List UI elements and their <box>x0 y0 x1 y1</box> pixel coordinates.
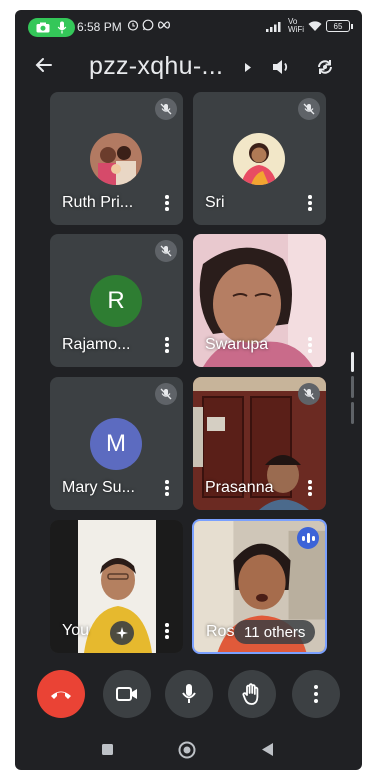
call-controls <box>15 670 362 720</box>
meet-call-screen: 6:58 PM Vo WiFi 65 pzz-xqhu-... Ruth Pri… <box>15 10 362 770</box>
camera-toggle-button[interactable] <box>103 670 151 718</box>
muted-mic-icon <box>298 383 320 405</box>
participant-name: You <box>62 622 89 639</box>
caret-right-icon[interactable] <box>245 63 251 72</box>
more-vert-icon[interactable] <box>308 195 312 211</box>
participant-tile[interactable]: Prasanna <box>193 377 326 510</box>
battery-icon: 65 <box>326 20 353 32</box>
raise-hand-button[interactable] <box>228 670 276 718</box>
vowifi-label: Vo WiFi <box>288 17 304 34</box>
whatsapp-icon <box>142 19 154 31</box>
system-navigation-bar <box>15 735 362 770</box>
more-vert-icon[interactable] <box>165 623 169 639</box>
participant-name: Ros <box>206 623 235 640</box>
more-options-icon <box>314 685 318 703</box>
back-arrow-icon[interactable] <box>35 56 53 74</box>
switch-camera-icon[interactable] <box>315 57 335 77</box>
camera-in-use-indicator <box>28 18 75 37</box>
more-vert-icon[interactable] <box>308 337 312 353</box>
participant-avatar <box>90 133 142 185</box>
more-vert-icon[interactable] <box>165 195 169 211</box>
participant-avatar <box>233 133 285 185</box>
muted-mic-icon <box>155 240 177 262</box>
participant-name: Sri <box>205 194 225 211</box>
participant-avatar: R <box>90 275 142 327</box>
participant-name: Mary Su... <box>62 479 135 496</box>
muted-mic-icon <box>298 98 320 120</box>
scrollbar-track <box>351 376 354 398</box>
meeting-code-title[interactable]: pzz-xqhu-... <box>89 52 223 81</box>
microphone-icon <box>182 684 196 703</box>
more-options-button[interactable] <box>292 670 340 718</box>
participant-name: Ruth Pri... <box>62 194 134 211</box>
speaking-indicator-icon <box>297 527 319 549</box>
wifi-icon <box>308 21 322 31</box>
alarm-icon <box>127 20 139 31</box>
notification-icons <box>127 19 171 31</box>
self-view-tile[interactable]: You <box>50 520 183 653</box>
participant-tile[interactable]: M Mary Su... <box>50 377 183 510</box>
recents-icon[interactable] <box>101 743 114 756</box>
battery-level: 65 <box>333 21 343 31</box>
system-status-icons: Vo WiFi 65 <box>266 17 353 34</box>
end-call-button[interactable] <box>37 670 85 718</box>
participant-tile[interactable]: Sri <box>193 92 326 225</box>
infinity-icon <box>157 21 171 29</box>
muted-mic-icon <box>155 383 177 405</box>
clock: 6:58 PM <box>77 20 122 34</box>
home-icon[interactable] <box>178 741 196 759</box>
more-vert-icon[interactable] <box>165 337 169 353</box>
muted-mic-icon <box>155 98 177 120</box>
back-triangle-icon[interactable] <box>261 742 274 757</box>
visual-effects-icon[interactable] <box>110 621 134 645</box>
participant-name: Swarupa <box>205 336 269 353</box>
raise-hand-icon <box>242 683 259 705</box>
end-call-icon <box>51 691 71 699</box>
participant-name: Rajamo... <box>62 336 131 353</box>
status-bar: 6:58 PM Vo WiFi 65 <box>15 10 362 40</box>
camera-icon <box>36 22 50 33</box>
signal-icon <box>266 22 281 32</box>
call-header: pzz-xqhu-... <box>15 48 362 88</box>
mic-in-use-icon <box>57 21 67 34</box>
participant-tile-active-speaker[interactable]: Ros 11 others <box>192 519 327 654</box>
participant-tile[interactable]: Ruth Pri... <box>50 92 183 225</box>
more-vert-icon[interactable] <box>308 480 312 496</box>
camera-icon <box>116 687 137 701</box>
participant-tile[interactable]: R Rajamo... <box>50 234 183 367</box>
more-vert-icon[interactable] <box>165 480 169 496</box>
participant-tile[interactable]: Swarupa <box>193 234 326 367</box>
scrollbar-thumb[interactable] <box>351 352 354 372</box>
others-count-badge[interactable]: 11 others <box>234 620 316 644</box>
participant-name: Prasanna <box>205 479 274 496</box>
participant-avatar: M <box>90 418 142 470</box>
scrollbar-track <box>351 402 354 424</box>
microphone-toggle-button[interactable] <box>165 670 213 718</box>
speaker-icon[interactable] <box>271 57 291 77</box>
